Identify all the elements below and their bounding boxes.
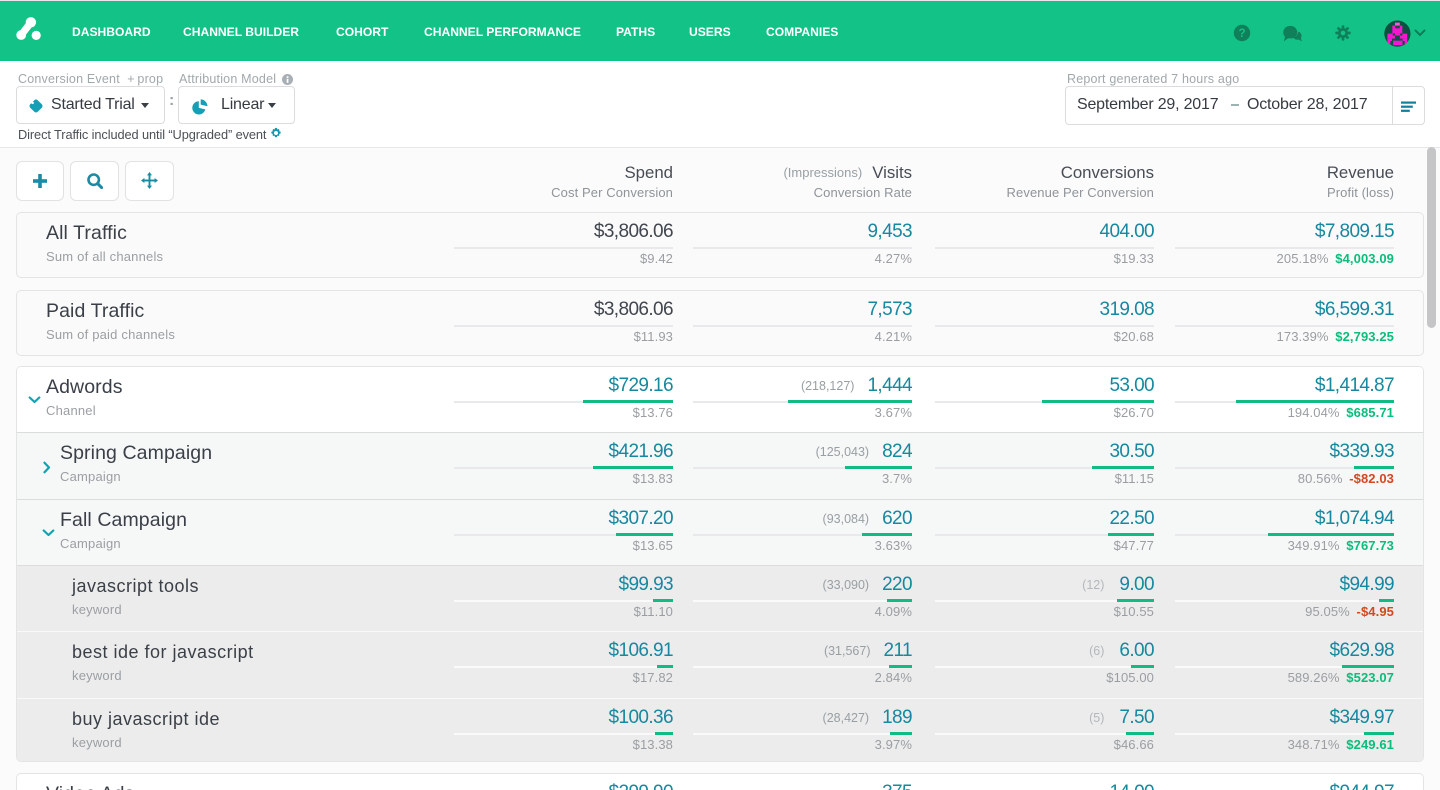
svg-text:?: ?	[1238, 28, 1245, 40]
